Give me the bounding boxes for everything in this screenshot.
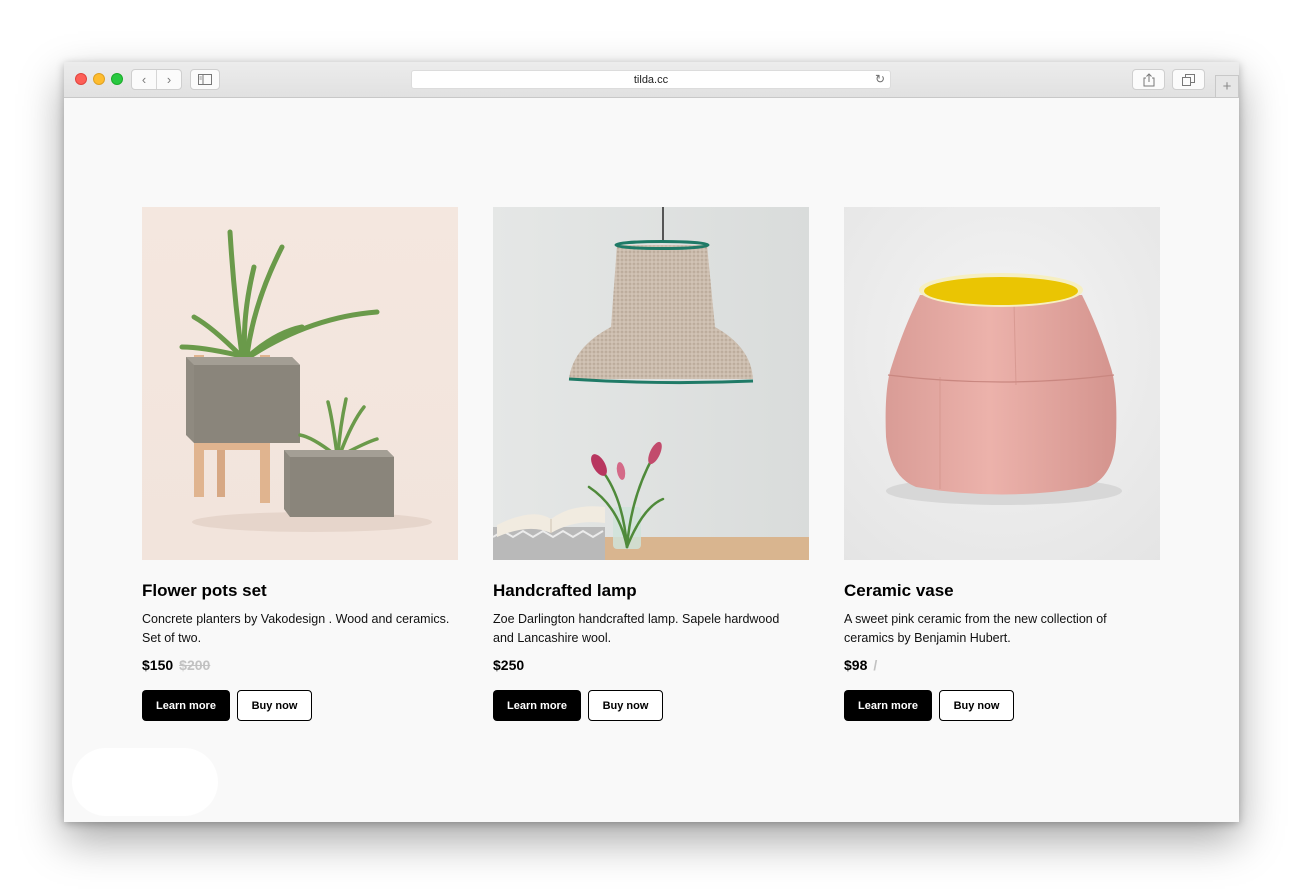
minimize-window-button[interactable] bbox=[93, 73, 105, 85]
show-tabs-button[interactable] bbox=[1172, 69, 1205, 90]
learn-more-button[interactable]: Learn more bbox=[844, 690, 932, 721]
plus-icon: + bbox=[1222, 78, 1232, 95]
floating-widget-placeholder bbox=[72, 748, 218, 816]
pendant-lamp-photo[interactable] bbox=[493, 207, 809, 560]
sidebar-toggle-button[interactable] bbox=[190, 69, 220, 90]
browser-toolbar: ‹ › tilda.cc ↻ + bbox=[64, 62, 1239, 98]
product-price-row: $98 / bbox=[844, 657, 1160, 673]
product-card: Flower pots set Concrete planters by Vak… bbox=[142, 207, 458, 721]
product-title: Flower pots set bbox=[142, 581, 267, 600]
buy-now-button[interactable]: Buy now bbox=[237, 690, 312, 721]
old-price: / bbox=[873, 657, 878, 673]
product-actions: Learn more Buy now bbox=[493, 690, 809, 721]
browser-window: ‹ › tilda.cc ↻ + Flower pots set Concret… bbox=[64, 62, 1239, 822]
back-icon[interactable]: ‹ bbox=[132, 70, 156, 89]
zoom-window-button[interactable] bbox=[111, 73, 123, 85]
old-price: $200 bbox=[179, 657, 211, 673]
product-title: Handcrafted lamp bbox=[493, 581, 637, 600]
url-text: tilda.cc bbox=[633, 73, 669, 86]
product-description: Concrete planters by Vakodesign . Wood a… bbox=[142, 612, 450, 645]
product-card: Handcrafted lamp Zoe Darlington handcraf… bbox=[493, 207, 809, 721]
learn-more-button[interactable]: Learn more bbox=[142, 690, 230, 721]
product-card: Ceramic vase A sweet pink ceramic from t… bbox=[844, 207, 1160, 721]
learn-more-button[interactable]: Learn more bbox=[493, 690, 581, 721]
share-button[interactable] bbox=[1132, 69, 1165, 90]
forward-icon[interactable]: › bbox=[157, 70, 181, 89]
tabs-overview-icon bbox=[1182, 73, 1195, 86]
buy-now-button[interactable]: Buy now bbox=[939, 690, 1014, 721]
sidebar-icon bbox=[198, 74, 212, 85]
new-tab-button[interactable]: + bbox=[1215, 75, 1239, 97]
buy-now-button[interactable]: Buy now bbox=[588, 690, 663, 721]
product-actions: Learn more Buy now bbox=[142, 690, 458, 721]
history-nav-group: ‹ › bbox=[131, 69, 182, 90]
product-price: $250 bbox=[493, 657, 525, 673]
product-price-row: $150 $200 bbox=[142, 657, 458, 673]
flower-pots-photo[interactable] bbox=[142, 207, 458, 560]
product-title: Ceramic vase bbox=[844, 581, 954, 600]
reload-icon[interactable]: ↻ bbox=[875, 72, 885, 86]
pink-vase-photo[interactable] bbox=[844, 207, 1160, 560]
product-actions: Learn more Buy now bbox=[844, 690, 1160, 721]
product-price: $150 bbox=[142, 657, 174, 673]
close-window-button[interactable] bbox=[75, 73, 87, 85]
product-description: Zoe Darlington handcrafted lamp. Sapele … bbox=[493, 612, 780, 645]
product-price-row: $250 bbox=[493, 657, 809, 673]
product-description: A sweet pink ceramic from the new collec… bbox=[844, 612, 1107, 645]
share-icon bbox=[1143, 72, 1154, 86]
address-bar[interactable]: tilda.cc ↻ bbox=[411, 70, 891, 89]
product-price: $98 bbox=[844, 657, 868, 673]
